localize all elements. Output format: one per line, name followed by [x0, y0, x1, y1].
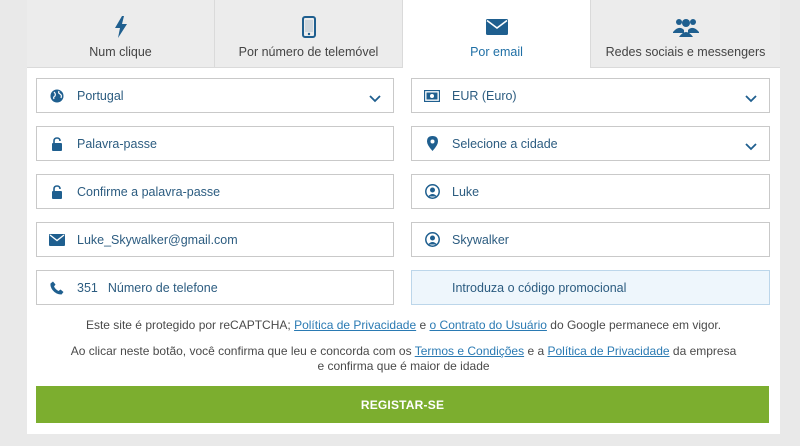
lock-icon [37, 184, 77, 199]
recaptcha-suffix: do Google permanece em vigor. [550, 318, 722, 332]
tab-social[interactable]: Redes sociais e messengers [591, 0, 780, 68]
terms-conditions-link[interactable]: Termos e Condições [415, 344, 524, 358]
email-field[interactable]: Luke_Skywalker@gmail.com [36, 222, 394, 257]
user-agreement-link[interactable]: o Contrato do Usuário [430, 318, 547, 332]
map-pin-icon [412, 136, 452, 151]
registration-card: Num clique Por número de telemóvel Por e… [27, 0, 780, 434]
phone-country-code[interactable]: 351 [77, 281, 98, 295]
promo-placeholder: Introduza o código promocional [452, 280, 627, 295]
chevron-down-icon [369, 90, 381, 108]
confirm-password-placeholder: Confirme a palavra-passe [77, 184, 221, 199]
confirm-password-field[interactable]: Confirme a palavra-passe [36, 174, 394, 209]
phone-field[interactable]: 351 Número de telefone [36, 270, 394, 305]
banknote-icon [412, 89, 452, 102]
tab-email[interactable]: Por email [403, 0, 591, 68]
envelope-icon [485, 15, 508, 39]
registration-tabs: Num clique Por número de telemóvel Por e… [27, 0, 780, 68]
tab-label: Redes sociais e messengers [605, 45, 766, 59]
tab-label: Por número de telemóvel [238, 45, 379, 59]
user-circle-icon [412, 232, 452, 247]
recaptcha-note: Este site é protegido por reCAPTCHA; Pol… [27, 318, 780, 333]
country-value: Portugal [77, 88, 124, 103]
lightning-icon [114, 15, 128, 39]
tab-label: Por email [470, 45, 523, 59]
tab-phone[interactable]: Por número de telemóvel [215, 0, 403, 68]
users-group-icon [672, 15, 699, 39]
city-placeholder: Selecione a cidade [452, 136, 558, 151]
recaptcha-prefix: Este site é protegido por reCAPTCHA; [85, 318, 291, 332]
first-name-value: Luke [452, 184, 480, 199]
globe-icon [37, 89, 77, 103]
last-name-value: Skywalker [452, 232, 509, 247]
phone-icon [37, 281, 77, 295]
envelope-icon [37, 233, 77, 246]
email-value: Luke_Skywalker@gmail.com [77, 232, 238, 247]
promo-code-field[interactable]: Introduza o código promocional [411, 270, 770, 305]
tab-label: Num clique [89, 45, 152, 59]
user-circle-icon [412, 184, 452, 199]
privacy-policy-link[interactable]: Política de Privacidade [294, 318, 416, 332]
phone-placeholder: Número de telefone [107, 280, 218, 295]
city-select[interactable]: Selecione a cidade [411, 126, 770, 161]
company-privacy-policy-link[interactable]: Política de Privacidade [547, 344, 669, 358]
country-select[interactable]: Portugal [36, 78, 394, 113]
password-field[interactable]: Palavra-passe [36, 126, 394, 161]
consent-prefix: Ao clicar neste botão, você confirma que… [70, 344, 412, 358]
currency-value: EUR (Euro) [452, 88, 517, 103]
chevron-down-icon [745, 90, 757, 108]
currency-select[interactable]: EUR (Euro) [411, 78, 770, 113]
first-name-field[interactable]: Luke [411, 174, 770, 209]
tab-one-click[interactable]: Num clique [27, 0, 215, 68]
lock-icon [37, 136, 77, 151]
consent-middle: e a [527, 344, 545, 358]
last-name-field[interactable]: Skywalker [411, 222, 770, 257]
mobile-phone-icon [301, 15, 316, 39]
recaptcha-middle: e [419, 318, 427, 332]
chevron-down-icon [745, 138, 757, 156]
consent-note: Ao clicar neste botão, você confirma que… [27, 344, 780, 374]
password-placeholder: Palavra-passe [77, 136, 157, 151]
register-button[interactable]: REGISTAR-SE [36, 386, 769, 423]
